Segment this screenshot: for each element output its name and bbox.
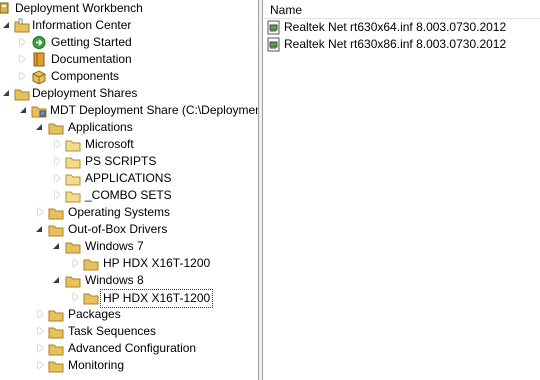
expand-arrow-icon[interactable]	[36, 340, 45, 357]
tree-label-task-sequences: Task Sequences	[68, 324, 157, 338]
workbench-icon	[0, 2, 9, 14]
collapse-arrow-icon[interactable]	[2, 85, 11, 102]
tree-label-advanced-configuration: Advanced Configuration	[68, 341, 197, 355]
folder-icon	[65, 276, 81, 288]
tree-label-deployment-workbench: Deployment Workbench	[15, 1, 143, 15]
navigation-tree: Deployment Workbench Information Center …	[0, 0, 258, 380]
tree-label-getting-started: Getting Started	[51, 35, 132, 49]
folder-icon	[65, 157, 81, 169]
expand-arrow-icon[interactable]	[71, 289, 80, 306]
tree-label-monitoring: Monitoring	[68, 358, 125, 372]
folder-icon	[48, 123, 64, 135]
folder-icon	[65, 191, 81, 203]
expand-arrow-icon[interactable]	[53, 187, 62, 204]
collapse-arrow-icon[interactable]	[52, 272, 61, 289]
folder-icon	[65, 140, 81, 152]
tree-label-hp-hdx-windows7: HP HDX X16T-1200	[103, 256, 211, 270]
folder-icon	[83, 293, 99, 305]
documentation-book-icon	[33, 52, 45, 67]
tree-label-information-center: Information Center	[32, 18, 132, 32]
list-item-label: Realtek Net rt630x86.inf 8.003.0730.2012	[284, 37, 507, 51]
folder-icon	[83, 259, 99, 271]
expand-arrow-icon[interactable]	[36, 323, 45, 340]
expand-arrow-icon[interactable]	[71, 255, 80, 272]
tree-label-windows7: Windows 7	[85, 239, 144, 253]
collapse-arrow-icon[interactable]	[52, 238, 61, 255]
collapse-arrow-icon[interactable]	[35, 119, 44, 136]
expand-arrow-icon[interactable]	[53, 153, 62, 170]
tree-label-mdt-deployment-share: MDT Deployment Share (C:\DeploymentS	[50, 103, 258, 117]
expand-arrow-icon[interactable]	[18, 51, 27, 68]
tree-label-deployment-shares: Deployment Shares	[32, 86, 138, 100]
folder-icon	[48, 327, 64, 339]
tree-label-operating-systems: Operating Systems	[68, 205, 171, 219]
expand-arrow-icon[interactable]	[36, 357, 45, 374]
pane-splitter[interactable]	[258, 0, 263, 380]
expand-arrow-icon[interactable]	[53, 136, 62, 153]
tree-label-microsoft: Microsoft	[85, 137, 134, 151]
folder-share-icon	[31, 106, 47, 118]
folder-icon	[65, 242, 81, 254]
components-box-icon	[32, 70, 46, 84]
column-header-name[interactable]: Name	[270, 3, 302, 17]
collapse-arrow-icon[interactable]	[2, 17, 11, 34]
tree-label-ps-scripts: PS SCRIPTS	[85, 154, 157, 168]
tree-label-applications: Applications	[68, 120, 133, 134]
list-item-label: Realtek Net rt630x64.inf 8.003.0730.2012	[284, 20, 507, 34]
expand-arrow-icon[interactable]	[18, 34, 27, 51]
expand-arrow-icon[interactable]	[36, 306, 45, 323]
tree-label-out-of-box-drivers: Out-of-Box Drivers	[68, 222, 168, 236]
collapse-arrow-icon[interactable]	[19, 102, 28, 119]
tree-label-components: Components	[51, 69, 120, 83]
expand-arrow-icon[interactable]	[36, 204, 45, 221]
folder-icon	[14, 89, 30, 101]
folder-icon	[48, 225, 64, 237]
tree-label-windows8: Windows 8	[85, 273, 144, 287]
driver-icon	[267, 37, 280, 52]
expand-arrow-icon[interactable]	[18, 68, 27, 85]
folder-icon	[48, 344, 64, 356]
collapse-arrow-icon[interactable]	[35, 221, 44, 238]
tree-label-packages: Packages	[68, 307, 121, 321]
folder-icon	[48, 310, 64, 322]
folder-icon	[48, 361, 64, 373]
expand-arrow-icon[interactable]	[53, 170, 62, 187]
getting-started-icon	[32, 36, 46, 49]
folder-icon	[48, 208, 64, 220]
details-list: Name Realtek Net rt630x64.inf 8.003.0730…	[264, 0, 540, 380]
tree-label-applications-sub: APPLICATIONS	[85, 171, 172, 185]
folder-icon	[65, 174, 81, 186]
tree-label-documentation: Documentation	[51, 52, 132, 66]
tree-label-combo-sets: _COMBO SETS	[85, 188, 172, 202]
folder-info-icon	[14, 18, 30, 33]
driver-icon	[267, 20, 280, 35]
